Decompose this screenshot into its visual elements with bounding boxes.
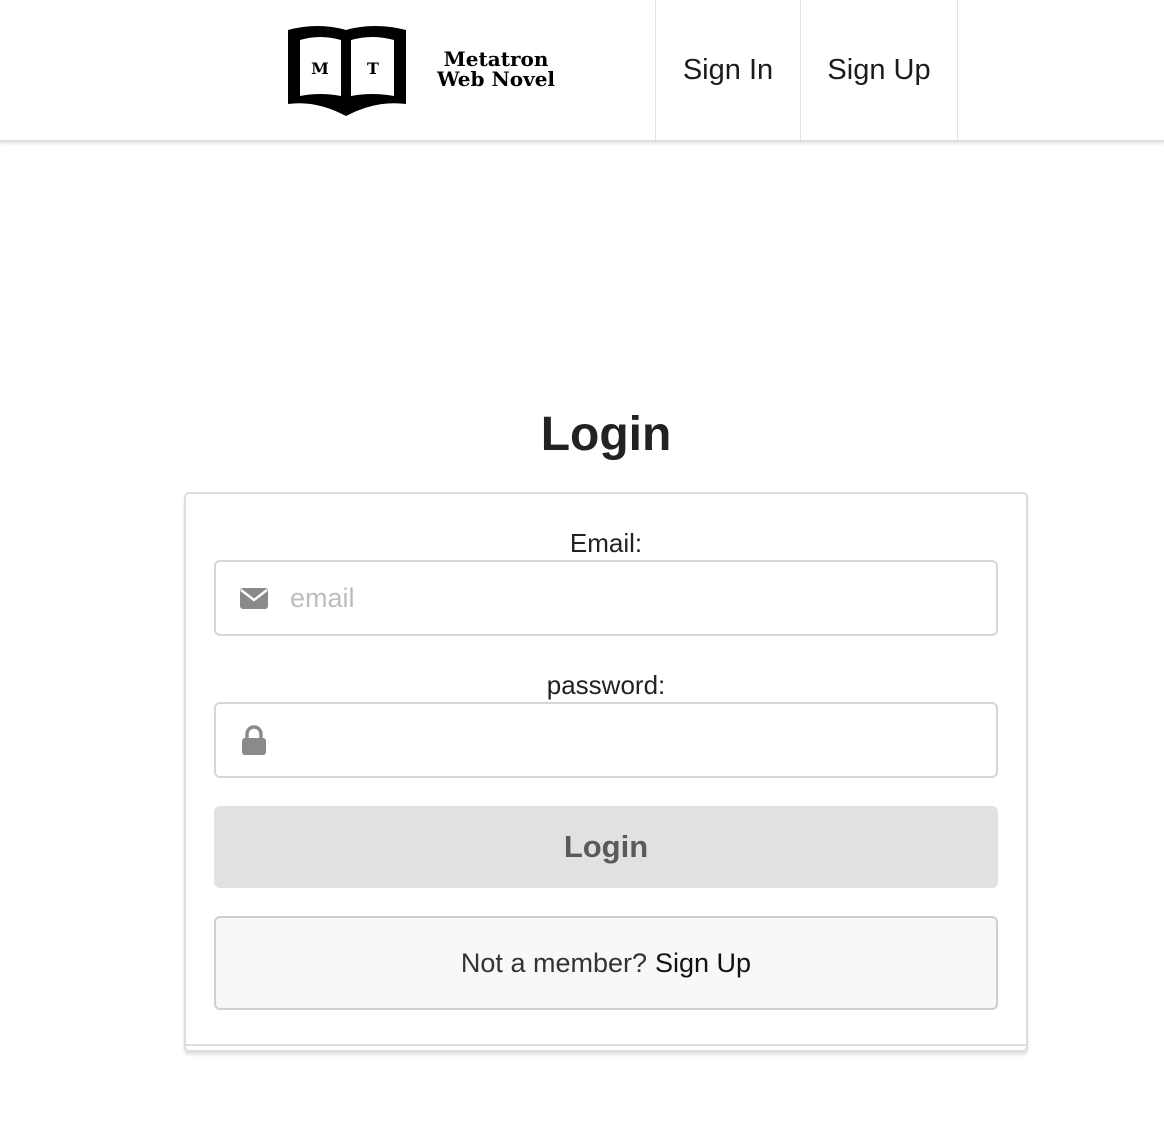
top-menu: M T Metatron Web Novel Sign In Sign Up xyxy=(0,0,1164,142)
email-placeholder: email xyxy=(290,582,355,613)
page-title: Login xyxy=(540,408,672,461)
email-field[interactable]: email xyxy=(214,560,998,636)
signup-message: Not a member? Sign Up xyxy=(214,916,998,1010)
logo-text-line2: Web Novel xyxy=(436,67,555,91)
nav-sign-in[interactable]: Sign In xyxy=(655,0,801,140)
site-logo[interactable]: M T Metatron Web Novel xyxy=(284,22,586,118)
login-form: Email: email password: Login Not a membe… xyxy=(184,492,1028,1052)
logo-letter-right: T xyxy=(367,59,379,78)
logo-letter-left: M xyxy=(311,59,329,78)
password-field[interactable] xyxy=(214,702,998,778)
envelope-icon xyxy=(240,588,268,609)
password-input xyxy=(290,704,970,776)
email-label: Email: xyxy=(569,528,643,558)
login-button[interactable]: Login xyxy=(214,806,998,888)
message-text: Not a member? xyxy=(460,947,647,978)
nav-sign-up[interactable]: Sign Up xyxy=(801,0,958,140)
book-logo-icon: M T Metatron Web Novel xyxy=(288,26,555,116)
password-label: password: xyxy=(546,670,666,700)
signup-link[interactable]: Sign Up xyxy=(655,948,751,979)
lock-icon xyxy=(242,725,266,755)
card-divider xyxy=(186,1044,1026,1046)
